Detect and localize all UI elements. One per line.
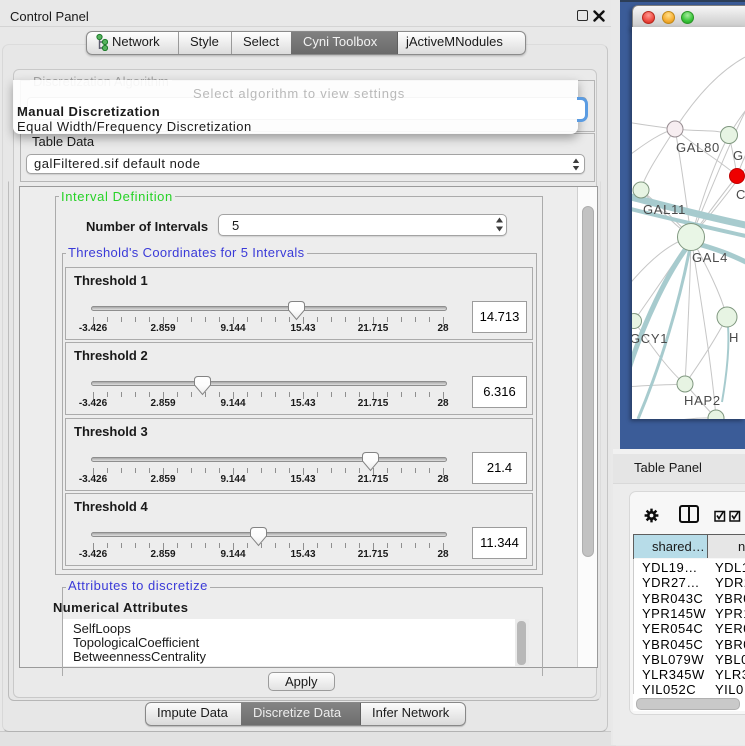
svg-text:GAL80: GAL80	[676, 140, 720, 155]
svg-text:GAL11: GAL11	[643, 202, 686, 217]
svg-text:C: C	[736, 187, 745, 202]
svg-text:GCY1: GCY1	[632, 331, 668, 346]
svg-text:GAL4: GAL4	[692, 250, 728, 265]
svg-text:HAP2: HAP2	[684, 393, 721, 408]
svg-text:H: H	[729, 330, 739, 345]
svg-text:G.: G.	[733, 148, 745, 163]
